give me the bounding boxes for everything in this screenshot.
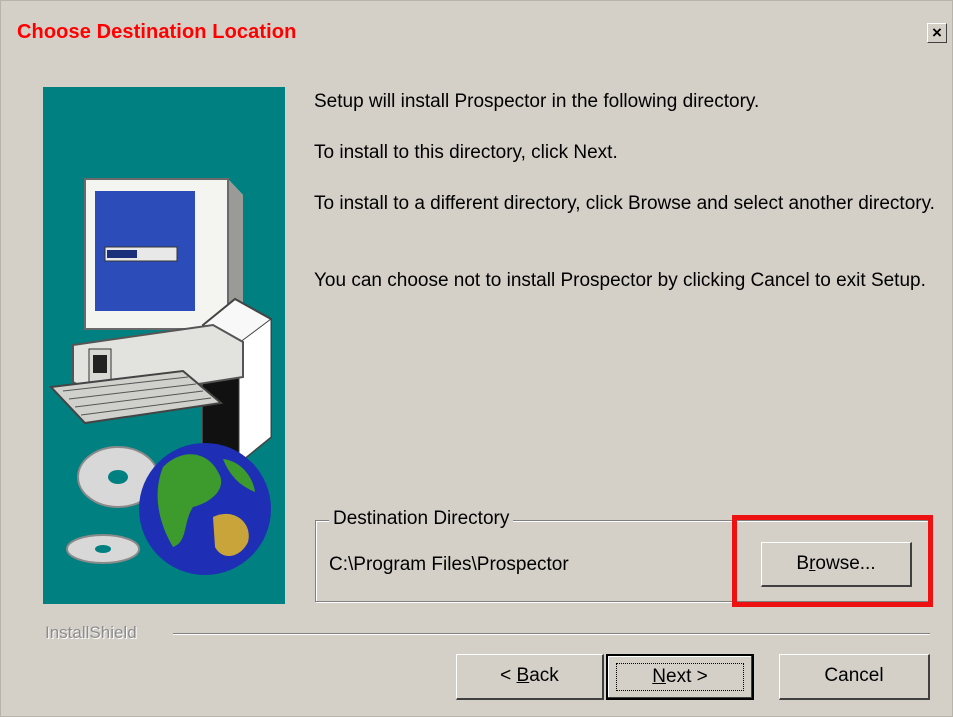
cancel-instruction-text: You can choose not to install Prospector…	[314, 270, 926, 291]
browse-label-pre: B	[796, 553, 810, 574]
close-button[interactable]: ×	[927, 23, 947, 43]
installshield-brand: InstallShield	[45, 623, 137, 642]
setup-illustration	[43, 87, 285, 604]
cancel-label: Cancel	[824, 665, 884, 686]
footer-divider	[173, 633, 930, 635]
destination-path: C:\Program Files\Prospector	[329, 554, 569, 575]
title-bar: Choose Destination Location ×	[1, 1, 953, 61]
back-mnemonic: B	[516, 665, 530, 686]
dialog-title: Choose Destination Location	[17, 21, 297, 43]
intro-text: Setup will install Prospector in the fol…	[314, 91, 760, 112]
next-focus-ring	[616, 663, 744, 691]
back-label-pre: <	[500, 665, 517, 686]
browse-label-post: owse...	[815, 553, 876, 574]
next-instruction-text: To install to this directory, click Next…	[314, 142, 618, 163]
destination-group-label: Destination Directory	[329, 508, 514, 530]
browse-instruction-text: To install to a different directory, cli…	[314, 193, 935, 214]
cancel-button[interactable]: Cancel	[779, 654, 930, 700]
back-label-post: ack	[529, 665, 559, 686]
close-icon: ×	[932, 23, 942, 42]
setup-dialog: Choose Destination Location × Setup will…	[0, 0, 953, 717]
back-button[interactable]: < Back	[456, 654, 604, 700]
next-button[interactable]: Next >	[606, 654, 754, 700]
browse-button[interactable]: Browse...	[761, 542, 912, 587]
